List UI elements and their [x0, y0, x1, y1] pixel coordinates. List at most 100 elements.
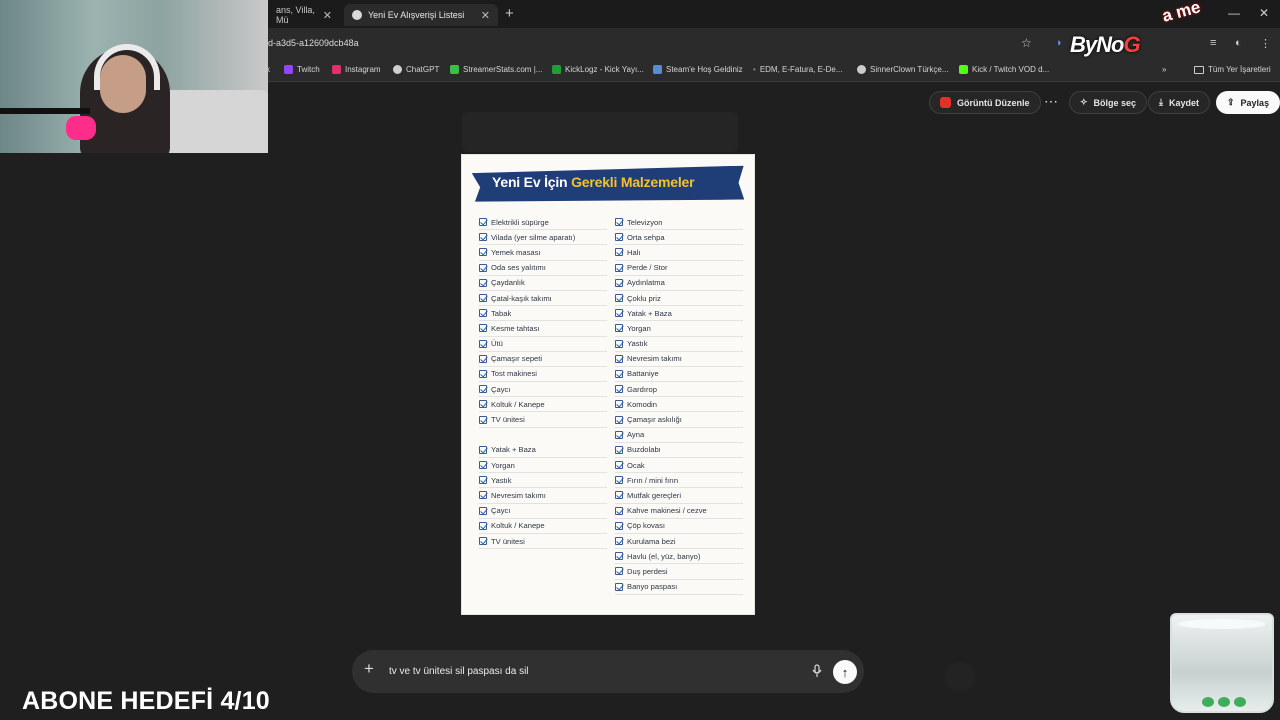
checklist-item-label: Çaydanlık: [491, 278, 525, 288]
webcam-overlay: [0, 0, 268, 153]
checklist-item-label: Duş perdesi: [627, 566, 668, 576]
checklist-item: Fırın / mini fırın: [615, 473, 743, 489]
profile-icon[interactable]: ◐: [1235, 37, 1242, 49]
checkbox-checked-icon: [615, 415, 623, 424]
edit-image-label: Görüntü Düzenle: [957, 97, 1030, 108]
bookmark-chatgpt[interactable]: ChatGPT: [393, 65, 439, 74]
checkbox-checked-icon: [479, 324, 487, 333]
close-icon[interactable]: ✕: [323, 9, 332, 22]
checklist-item: Kesme tahtası: [479, 321, 607, 337]
checklist-item: Banyo paspası: [615, 580, 743, 595]
checkbox-checked-icon: [479, 506, 487, 515]
checklist-item: Çaycı: [479, 382, 607, 398]
checkbox-checked-icon: [479, 491, 487, 500]
tab-search-icon[interactable]: ≡: [1210, 37, 1216, 49]
tab-active[interactable]: Yeni Ev Alışverişi Listesi ✕: [344, 4, 498, 26]
checklist-item-label: Tost makinesi: [491, 369, 537, 379]
close-icon[interactable]: ✕: [481, 9, 490, 22]
checklist-item-label: Yorgan: [491, 460, 515, 470]
headphones-shape: [94, 44, 160, 90]
save-button[interactable]: ⤓ Kaydet: [1148, 91, 1210, 114]
close-window-icon[interactable]: ✕: [1259, 6, 1269, 20]
checkbox-checked-icon: [479, 385, 487, 394]
bookmark-star-icon[interactable]: ☆: [1021, 36, 1032, 50]
checklist-item-label: Mutfak gereçleri: [627, 490, 682, 500]
checklist-item-label: Yatak + Baza: [491, 445, 536, 455]
logo-text: ByNo: [1070, 32, 1124, 57]
checklist-item: Yorgan: [479, 458, 607, 474]
mic-pop-filter: [66, 116, 96, 140]
blurred-placeholder: [462, 112, 738, 152]
checklist-item-label: Fırın / mini fırın: [627, 475, 679, 485]
select-region-button[interactable]: ✧ Bölge seç: [1069, 91, 1148, 114]
checkbox-checked-icon: [479, 400, 487, 409]
more-options-icon[interactable]: ⋯: [1044, 93, 1058, 110]
bookmark-twitch[interactable]: Twitch: [284, 65, 320, 74]
checklist-item: Kahve makinesi / cezve: [615, 504, 743, 519]
checkbox-checked-icon: [615, 430, 623, 439]
bookmark-edm[interactable]: • EDM, E-Fatura, E-De...: [753, 65, 843, 74]
share-button[interactable]: ⇪ Paylaş: [1216, 91, 1280, 114]
checkbox-checked-icon: [479, 263, 487, 272]
checkbox-checked-icon: [615, 309, 623, 318]
prompt-input[interactable]: tv ve tv ünitesi sil paspası da sil: [389, 666, 529, 677]
bookmark-streamerstats[interactable]: StreamerStats.com |...: [450, 65, 542, 74]
checkbox-checked-icon: [479, 476, 487, 485]
checkbox-checked-icon: [615, 263, 623, 272]
checkbox-checked-icon: [479, 537, 487, 546]
checklist-item: Nevresim takımı: [479, 488, 607, 504]
tab-previous[interactable]: ans, Villa, Mü ✕: [268, 4, 340, 26]
checkbox-checked-icon: [479, 415, 487, 424]
send-button[interactable]: ↑: [833, 660, 857, 684]
checkbox-checked-icon: [615, 491, 623, 500]
extension-icon[interactable]: ◗: [1056, 37, 1063, 49]
checklist-item: Ütü: [479, 337, 607, 352]
checkbox-checked-icon: [479, 354, 487, 363]
arrow-up-icon: ↑: [841, 664, 849, 680]
checklist-item: Yatak + Baza: [479, 443, 607, 458]
bookmark-steam[interactable]: Steam'e Hoş Geldiniz: [653, 65, 743, 74]
checklist-item-label: Yastık: [627, 339, 648, 349]
bookmark-kick-vod[interactable]: Kick / Twitch VOD d...: [959, 65, 1049, 74]
checkbox-checked-icon: [479, 521, 487, 530]
checklist-item: Ayna: [615, 428, 743, 443]
new-tab-button[interactable]: +: [505, 5, 514, 22]
checkbox-checked-icon: [615, 248, 623, 257]
checkbox-checked-icon: [615, 537, 623, 546]
checklist-item-label: Ütü: [491, 339, 503, 349]
bookmark-sinnerclown[interactable]: SinnerClown Türkçe...: [857, 65, 949, 74]
bookmark-kicklogz[interactable]: KickLogz - Kick Yayı...: [552, 65, 644, 74]
checklist-item: TV ünitesi: [479, 534, 607, 550]
add-attachment-icon[interactable]: +: [364, 659, 374, 679]
address-bar[interactable]: d-a3d5-a12609dcb48a: [268, 38, 359, 48]
checklist-item-label: Çatal-kaşık takımı: [491, 293, 552, 303]
faint-overlay: [945, 662, 975, 692]
minimize-icon[interactable]: —: [1228, 6, 1240, 20]
checklist-item: Halı: [615, 245, 743, 261]
menu-icon[interactable]: ⋮: [1260, 37, 1271, 50]
mic-arm: [0, 108, 90, 114]
checkbox-checked-icon: [479, 339, 487, 348]
checklist-item: Çoklu priz: [615, 291, 743, 307]
checkbox-checked-icon: [479, 233, 487, 242]
all-bookmarks[interactable]: Tüm Yer İşaretleri: [1194, 65, 1271, 74]
checklist-item: Orta sehpa: [615, 230, 743, 246]
checklist-item-label: Nevresim takımı: [491, 490, 546, 500]
checklist-item-label: TV ünitesi: [491, 536, 525, 546]
bookmark-instagram[interactable]: Instagram: [332, 65, 381, 74]
instagram-icon: [332, 65, 341, 74]
jar-rim: [1178, 619, 1266, 629]
checklist-item-label: Kurulama bezi: [627, 536, 676, 546]
acrobat-icon: [940, 97, 951, 108]
edit-image-button[interactable]: Görüntü Düzenle: [929, 91, 1041, 114]
more-bookmarks-icon[interactable]: »: [1162, 65, 1166, 74]
microphone-icon[interactable]: [811, 664, 823, 678]
bookmark-label: EDM, E-Fatura, E-De...: [759, 65, 843, 74]
generated-image[interactable]: Yeni Ev İçin Gerekli Malzemeler Elektrik…: [461, 154, 755, 615]
tab-label: ans, Villa, Mü: [276, 5, 315, 25]
checkbox-checked-icon: [615, 552, 623, 561]
checklist-item-label: Halı: [627, 247, 641, 257]
checklist-item-label: Elektrikli süpürge: [491, 217, 549, 227]
checklist-spacer: [479, 428, 607, 443]
save-label: Kaydet: [1168, 97, 1199, 108]
